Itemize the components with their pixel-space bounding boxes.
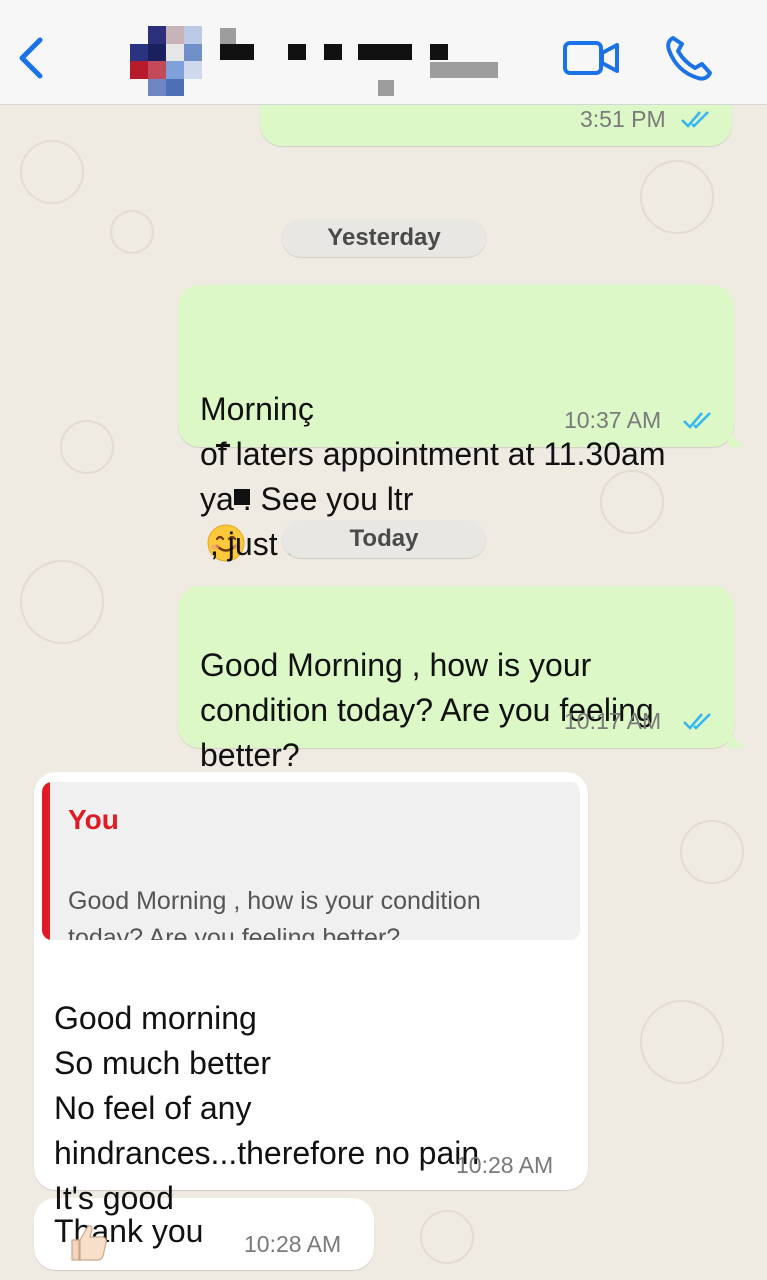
message-time: 10:37 AM bbox=[564, 407, 662, 433]
bubble-tail bbox=[728, 427, 746, 447]
message-text: Good morning So much better No feel of a… bbox=[54, 951, 574, 1266]
chat-header bbox=[0, 0, 767, 105]
message-time: 10:28 AM bbox=[456, 1152, 554, 1178]
chevron-left-icon[interactable] bbox=[14, 36, 50, 80]
read-receipt-icon bbox=[681, 111, 709, 128]
message-bubble-outgoing[interactable]: Morninç , just a reminder of laters appo… bbox=[178, 285, 746, 562]
phone-icon[interactable] bbox=[664, 34, 714, 82]
message-bubble-outgoing[interactable]: Good Morning , how is your condition tod… bbox=[178, 586, 746, 818]
bubble-tail bbox=[728, 728, 746, 748]
read-receipt-icon bbox=[683, 412, 711, 429]
quote-text: Good Morning , how is your condition tod… bbox=[68, 846, 568, 940]
quote-author: You bbox=[68, 804, 119, 835]
message-time: 10:17 AM bbox=[564, 708, 662, 734]
message-time: 3:51 PM bbox=[580, 106, 666, 132]
redaction-mark bbox=[234, 489, 250, 505]
date-separator: Today bbox=[282, 520, 486, 558]
avatar[interactable] bbox=[130, 26, 202, 96]
quote-accent-bar bbox=[42, 782, 50, 940]
read-receipt-icon bbox=[683, 713, 711, 730]
date-separator: Yesterday bbox=[282, 219, 486, 257]
redaction-mark bbox=[216, 444, 230, 447]
quoted-message[interactable]: You Good Morning , how is your condition… bbox=[42, 782, 580, 940]
thumbs-up-icon bbox=[71, 1224, 107, 1261]
video-camera-icon[interactable] bbox=[562, 38, 620, 78]
